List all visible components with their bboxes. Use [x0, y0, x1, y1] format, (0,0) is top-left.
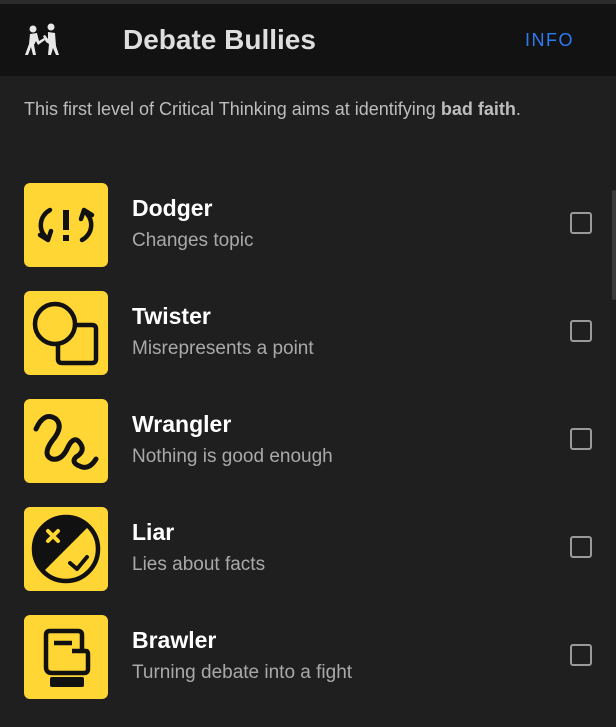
- item-tile: [24, 399, 108, 483]
- app-header: Debate Bullies INFO: [0, 4, 616, 76]
- item-description: Misrepresents a point: [132, 338, 314, 359]
- item-name: Wrangler: [132, 411, 232, 437]
- item-description: Changes topic: [132, 230, 254, 251]
- checkbox-twister[interactable]: [570, 320, 592, 342]
- circle-square-icon: [32, 301, 99, 366]
- item-description: Nothing is good enough: [132, 446, 333, 467]
- list-item-liar[interactable]: Liar Lies about facts: [0, 507, 616, 591]
- checkbox-brawler[interactable]: [570, 644, 592, 666]
- boxing-glove-icon: [43, 628, 91, 687]
- fighting-figures-icon: [25, 23, 59, 55]
- item-tile: [24, 291, 108, 375]
- item-tile: [24, 507, 108, 591]
- item-tile: [24, 183, 108, 267]
- checkbox-wrangler[interactable]: [570, 428, 592, 450]
- intro-text-end: .: [515, 99, 521, 119]
- intro-bold-text: bad faith: [440, 99, 516, 119]
- dodge-arrows-icon: [37, 207, 95, 243]
- squiggle-icon: [33, 414, 99, 470]
- app-title: Debate Bullies: [123, 24, 316, 55]
- item-description: Turning debate into a fight: [132, 662, 353, 683]
- list-item-wrangler[interactable]: Wrangler Nothing is good enough: [0, 399, 616, 483]
- item-name: Twister: [132, 303, 211, 329]
- list-item-dodger[interactable]: Dodger Changes topic: [0, 183, 616, 267]
- checkbox-liar[interactable]: [570, 536, 592, 558]
- item-name: Dodger: [132, 195, 213, 221]
- list-item-twister[interactable]: Twister Misrepresents a point: [0, 291, 616, 375]
- intro-text: This first level of Critical Thinking ai…: [24, 94, 584, 124]
- item-name: Liar: [132, 519, 175, 545]
- item-name: Brawler: [132, 627, 217, 653]
- checkbox-dodger[interactable]: [570, 212, 592, 234]
- list-item-brawler[interactable]: Brawler Turning debate into a fight: [0, 615, 616, 699]
- cross-check-circle-icon: [31, 514, 101, 584]
- info-button[interactable]: INFO: [525, 4, 574, 76]
- item-tile: [24, 615, 108, 699]
- intro-text-part: This first level of Critical Thinking ai…: [24, 99, 441, 119]
- item-description: Lies about facts: [132, 554, 266, 575]
